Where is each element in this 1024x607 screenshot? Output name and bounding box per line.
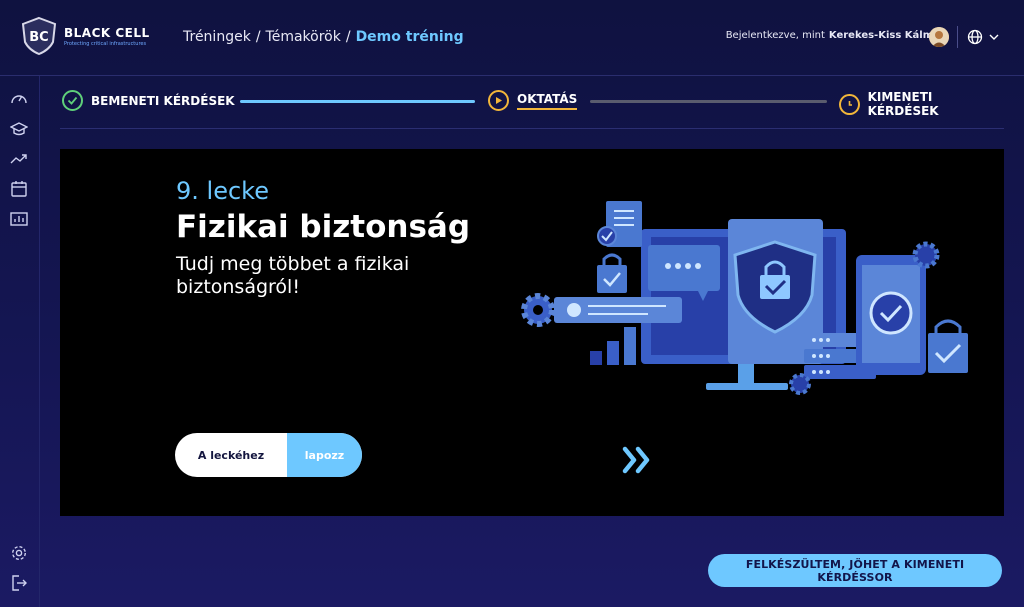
step-training[interactable]: OKTATÁS	[488, 90, 578, 111]
breadcrumb-separator: /	[255, 29, 261, 45]
logo-name: BLACK CELL	[64, 25, 150, 40]
step-output-questions[interactable]: KIMENETI KÉRDÉSEK	[839, 90, 1004, 118]
progress-stepper: BEMENETI KÉRDÉSEK OKTATÁS KIMENETI KÉRDÉ…	[60, 87, 1004, 129]
swipe-label-right: lapozz	[287, 433, 362, 477]
breadcrumb-topics[interactable]: Témakörök	[266, 29, 341, 45]
clock-icon	[839, 93, 860, 115]
step-input-questions[interactable]: BEMENETI KÉRDÉSEK	[62, 90, 235, 111]
logged-in-user: Bejelentkezve, mint Kerekes-Kiss Kálmán	[726, 30, 947, 41]
swipe-label-left: A leckéhez	[197, 448, 265, 462]
trend-icon[interactable]	[10, 150, 28, 168]
step-connector-done	[240, 100, 475, 103]
step-label: BEMENETI KÉRDÉSEK	[91, 93, 235, 108]
double-chevron-right-icon[interactable]	[620, 445, 654, 475]
swipe-to-lesson-button[interactable]: A leckéhez lapozz	[175, 433, 362, 477]
chevron-down-icon[interactable]	[988, 31, 1000, 43]
user-prefix: Bejelentkezve, mint	[725, 30, 825, 41]
settings-icon[interactable]	[10, 544, 28, 562]
lesson-number: 9. lecke	[176, 177, 269, 205]
play-circle-icon	[488, 90, 509, 111]
shield-logo-icon: BC	[21, 16, 57, 56]
graduation-cap-icon[interactable]	[10, 120, 28, 138]
header-divider	[957, 26, 958, 48]
step-label: KIMENETI KÉRDÉSEK	[867, 90, 939, 118]
step-label: OKTATÁS	[517, 92, 578, 110]
logout-icon[interactable]	[10, 574, 28, 592]
breadcrumb-separator: /	[345, 29, 351, 45]
check-circle-icon	[62, 90, 83, 111]
logo-tagline: Protecting critical infrastructures	[64, 40, 147, 47]
dashboard-icon[interactable]	[10, 90, 28, 108]
svg-text:BC: BC	[29, 30, 48, 45]
bar-chart-icon[interactable]	[10, 210, 28, 228]
breadcrumb: Tréningek / Témakörök / Demo tréning	[183, 29, 464, 45]
avatar[interactable]	[929, 27, 949, 47]
lesson-card: 9. lecke Fizikai biztonság Tudj meg több…	[60, 149, 1004, 516]
calendar-icon[interactable]	[10, 180, 28, 198]
sidebar	[0, 76, 40, 607]
avatar-image-icon	[929, 27, 949, 47]
black-cell-logo[interactable]: BC BLACK CELL Protecting critical infras…	[20, 16, 150, 56]
ready-for-output-questions-button[interactable]: FELKÉSZÜLTEM, JÖHET A KIMENETI KÉRDÉSSOR	[708, 554, 1002, 587]
breadcrumb-trainings[interactable]: Tréningek	[183, 29, 251, 45]
top-header: BC BLACK CELL Protecting critical infras…	[0, 0, 1024, 76]
lesson-subtitle: Tudj meg többet a fizikai biztonságról!	[176, 253, 410, 298]
security-illustration	[521, 201, 968, 395]
step-connector-pending	[590, 100, 827, 103]
globe-icon[interactable]	[967, 29, 983, 45]
lesson-title: Fizikai biztonság	[176, 209, 471, 245]
breadcrumb-current: Demo tréning	[355, 29, 464, 45]
